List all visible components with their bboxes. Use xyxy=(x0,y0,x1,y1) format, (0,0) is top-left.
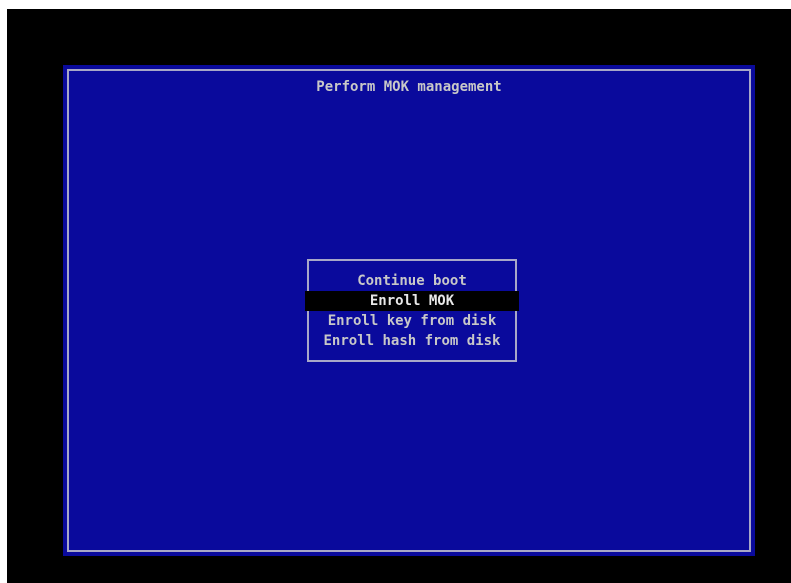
page-title: Perform MOK management xyxy=(316,79,502,95)
menu-item-enroll-key-from-disk[interactable]: Enroll key from disk xyxy=(309,311,515,331)
boot-screen: Perform MOK management Continue boot Enr… xyxy=(7,9,791,583)
menu-item-enroll-mok[interactable]: Enroll MOK xyxy=(305,291,519,311)
menu-box: Continue boot Enroll MOK Enroll key from… xyxy=(305,259,519,362)
menu-list: Continue boot Enroll MOK Enroll key from… xyxy=(305,271,519,351)
menu-item-enroll-hash-from-disk[interactable]: Enroll hash from disk xyxy=(309,331,515,351)
mok-manager-panel: Perform MOK management Continue boot Enr… xyxy=(63,65,755,556)
menu-item-continue-boot[interactable]: Continue boot xyxy=(309,271,515,291)
